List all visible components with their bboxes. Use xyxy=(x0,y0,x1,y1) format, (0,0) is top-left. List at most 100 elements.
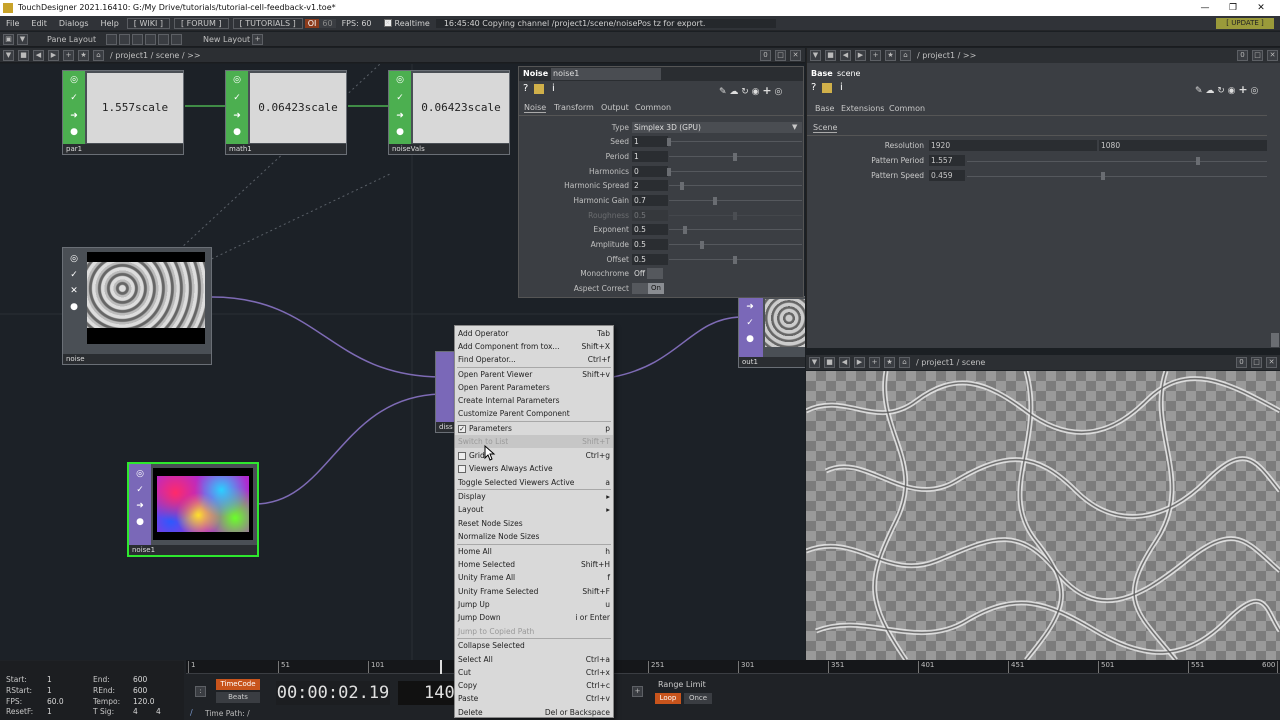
frame-display[interactable]: 140 xyxy=(398,681,454,705)
lock-icon[interactable]: ● xyxy=(68,301,80,313)
resolution-width[interactable]: 1920 xyxy=(929,140,1097,151)
new-layout-label[interactable]: New Layout xyxy=(203,32,250,47)
display-flag-icon[interactable]: ➜ xyxy=(68,110,80,122)
minimize-icon[interactable]: — xyxy=(1192,0,1218,16)
slider-thumb[interactable] xyxy=(733,256,737,264)
menu-copy[interactable]: Copy Ctrl+c xyxy=(455,679,613,692)
param-seed[interactable]: Seed 1 xyxy=(519,135,805,149)
add-pane-icon[interactable]: + xyxy=(870,50,881,61)
right-path[interactable]: / project1 / >> xyxy=(917,48,976,63)
menu-create-internal-parameters[interactable]: Create Internal Parameters xyxy=(455,394,613,407)
slider-thumb[interactable] xyxy=(700,241,704,249)
tab-base[interactable]: Base xyxy=(815,104,834,113)
menu-dialogs[interactable]: Dialogs xyxy=(53,19,95,28)
node-par1[interactable]: ◎ ✓ ➜ ● 1.557scale par1 xyxy=(62,70,184,155)
python-icon[interactable] xyxy=(534,84,544,94)
menu-select-all[interactable]: Select All Ctrl+a xyxy=(455,653,613,666)
update-button[interactable]: [ UPDATE ] xyxy=(1216,18,1274,29)
lock-icon[interactable]: ● xyxy=(231,126,243,138)
param-value[interactable]: 0.7 xyxy=(632,195,668,206)
timeline-menu-icon[interactable]: : xyxy=(195,686,206,697)
timeline-ruler[interactable]: 1 51 101 251 301 351 401 451 501 551 600 xyxy=(186,660,1280,674)
param-exponent[interactable]: Exponent 0.5 xyxy=(519,223,805,237)
timecode-display[interactable]: 00:00:02.19 xyxy=(276,681,390,705)
maximize-pane-icon[interactable]: □ xyxy=(1251,357,1262,368)
realtime-toggle[interactable]: ✕ Realtime xyxy=(378,19,436,28)
lock-icon[interactable]: ● xyxy=(394,126,406,138)
menu-unity-frame-all[interactable]: Unity Frame All f xyxy=(455,571,613,584)
param-slider[interactable] xyxy=(669,200,802,201)
menu-viewers-always-active[interactable]: Viewers Always Active xyxy=(455,462,613,475)
help-icon[interactable]: ? xyxy=(811,82,816,93)
bookmark-star-icon[interactable]: ★ xyxy=(884,357,895,368)
dropdown-arrow-icon[interactable]: ▼ xyxy=(792,123,797,131)
bypass-icon[interactable]: ✓ xyxy=(394,92,406,104)
tab-scene-page[interactable]: Scene xyxy=(813,123,838,133)
scrollbar[interactable] xyxy=(1271,333,1279,347)
menu-open-parent-viewer[interactable]: Open Parent Viewer Shift+v xyxy=(455,368,613,381)
node-noise1[interactable]: ◎ ✓ ➜ ● noise1 xyxy=(127,462,259,557)
maximize-pane-icon[interactable]: □ xyxy=(775,50,786,61)
menu-reset-node-sizes[interactable]: Reset Node Sizes xyxy=(455,517,613,530)
lock-icon[interactable]: ● xyxy=(744,333,756,345)
menu-customize-parent[interactable]: Customize Parent Component xyxy=(455,407,613,420)
loop-button[interactable]: Loop xyxy=(655,693,681,704)
output-viewer[interactable] xyxy=(806,371,1280,660)
home-icon[interactable]: ⌂ xyxy=(899,357,910,368)
beats-mode-button[interactable]: Beats xyxy=(216,692,260,703)
param-slider[interactable] xyxy=(669,171,802,172)
slider-thumb[interactable] xyxy=(1101,172,1105,180)
menu-open-parent-parameters[interactable]: Open Parent Parameters xyxy=(455,381,613,394)
menu-jump-down[interactable]: Jump Down i or Enter xyxy=(455,611,613,624)
param-slider[interactable] xyxy=(669,229,802,230)
forward-icon[interactable]: ▶ xyxy=(855,50,866,61)
tab-output[interactable]: Output xyxy=(601,103,629,112)
close-icon[interactable]: ✕ xyxy=(1248,0,1274,16)
layout-6-button[interactable] xyxy=(171,34,182,45)
menu-delete[interactable]: Delete Del or Backspace xyxy=(455,706,613,719)
menu-cut[interactable]: Cut Ctrl+x xyxy=(455,666,613,679)
menu-help[interactable]: Help xyxy=(95,19,125,28)
tab-noise[interactable]: Noise xyxy=(524,103,547,113)
node-math1[interactable]: ◎ ✓ ➜ ● 0.06423scale math1 xyxy=(225,70,347,155)
menu-display[interactable]: Display ▸ xyxy=(455,490,613,503)
param-slider[interactable] xyxy=(669,244,802,245)
menu-paste[interactable]: Paste Ctrl+v xyxy=(455,692,613,705)
pane-menu-icon[interactable]: ▼ xyxy=(3,50,14,61)
tab-common[interactable]: Common xyxy=(635,103,671,112)
bookmark-star-icon[interactable]: ★ xyxy=(885,50,896,61)
op-name[interactable]: scene xyxy=(837,69,860,78)
menu-layout[interactable]: Layout ▸ xyxy=(455,503,613,516)
param-value[interactable]: 1 xyxy=(632,136,668,147)
pane-split-icon[interactable]: ▣ xyxy=(3,34,14,45)
end-value[interactable]: 600 xyxy=(133,675,147,684)
close-pane-icon[interactable]: ✕ xyxy=(1266,357,1277,368)
bookmark-star-icon[interactable]: ★ xyxy=(78,50,89,61)
menu-normalize-node-sizes[interactable]: Normalize Node Sizes xyxy=(455,530,613,543)
tsig-numerator[interactable]: 4 xyxy=(133,707,138,716)
slider-thumb[interactable] xyxy=(733,153,737,161)
param-monochrome[interactable]: Monochrome Off xyxy=(519,267,805,281)
slider-thumb[interactable] xyxy=(1196,157,1200,165)
add-range-icon[interactable]: + xyxy=(632,686,643,697)
add-layout-button[interactable]: + xyxy=(252,34,263,45)
back-icon[interactable]: ◀ xyxy=(33,50,44,61)
param-amplitude[interactable]: Amplitude 0.5 xyxy=(519,238,805,252)
menu-file[interactable]: File xyxy=(0,19,25,28)
layout-1-button[interactable] xyxy=(106,34,117,45)
viewer-path[interactable]: / project1 / scene xyxy=(916,355,985,370)
pane-menu-icon[interactable]: ▼ xyxy=(810,50,821,61)
python-icon[interactable] xyxy=(822,83,832,93)
param-value[interactable]: 0.5 xyxy=(632,254,668,265)
bypass-icon[interactable]: ✓ xyxy=(68,269,80,281)
network-path[interactable]: / project1 / scene / >> xyxy=(110,48,201,63)
lock-icon[interactable]: ● xyxy=(68,126,80,138)
param-aspect-correct[interactable]: Aspect Correct On xyxy=(519,282,805,296)
param-value[interactable]: 0 xyxy=(632,166,668,177)
pattern-period-slider[interactable] xyxy=(967,161,1267,162)
slider-thumb[interactable] xyxy=(667,138,671,146)
home-icon[interactable]: ⌂ xyxy=(93,50,104,61)
start-value[interactable]: 1 xyxy=(47,675,52,684)
playhead[interactable] xyxy=(440,660,442,674)
menu-toggle-viewers-active[interactable]: Toggle Selected Viewers Active a xyxy=(455,476,613,489)
